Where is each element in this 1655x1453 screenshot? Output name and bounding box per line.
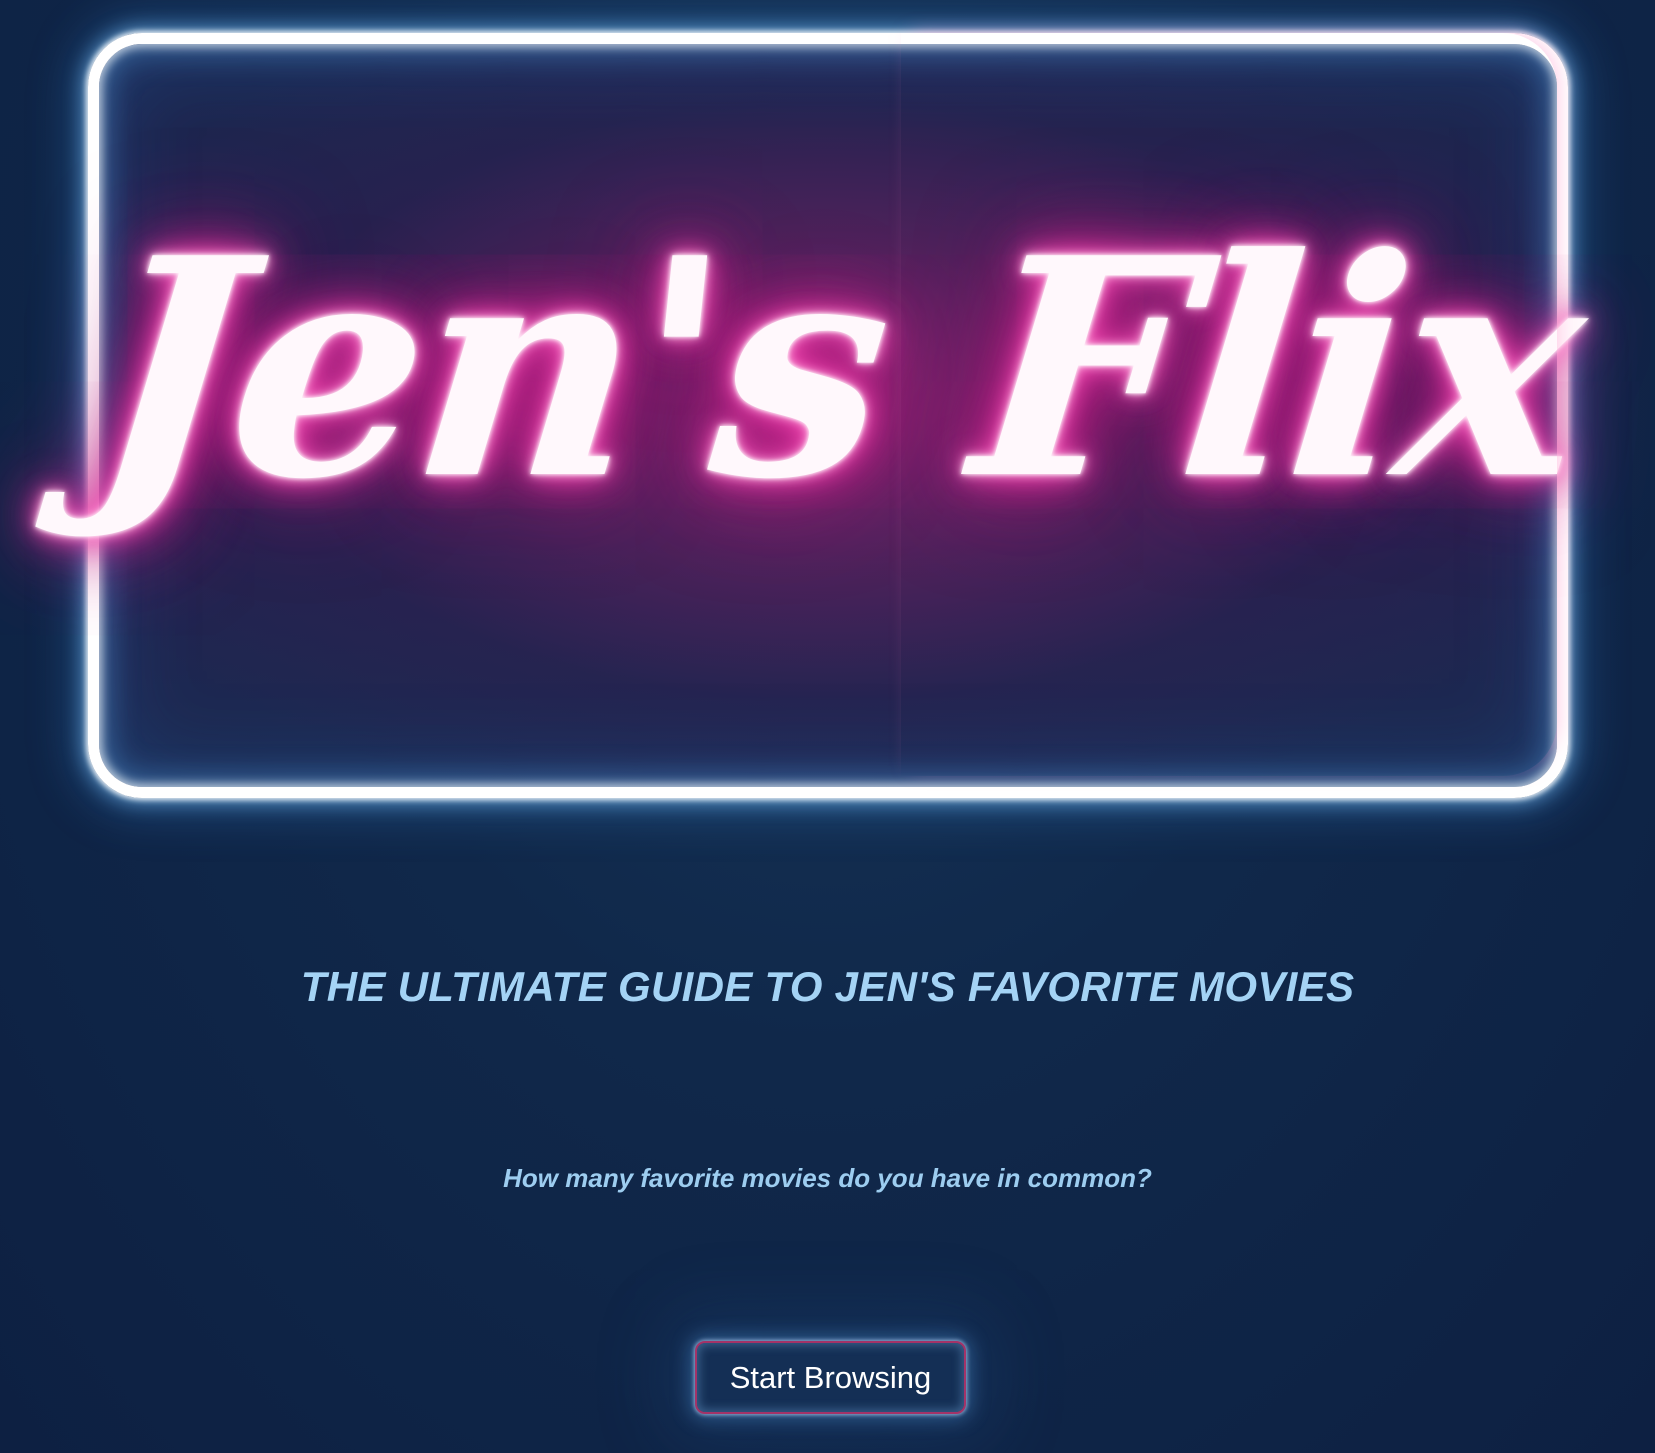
site-title: Jen's Flix	[80, 192, 1594, 545]
intro-question: How many favorite movies do you have in …	[503, 1163, 1152, 1193]
tagline: THE ULTIMATE GUIDE TO JEN'S FAVORITE MOV…	[300, 963, 1355, 1010]
start-browsing-button[interactable]: Start Browsing	[695, 1341, 966, 1414]
neon-sign: Jen's Flix	[81, 33, 1593, 798]
